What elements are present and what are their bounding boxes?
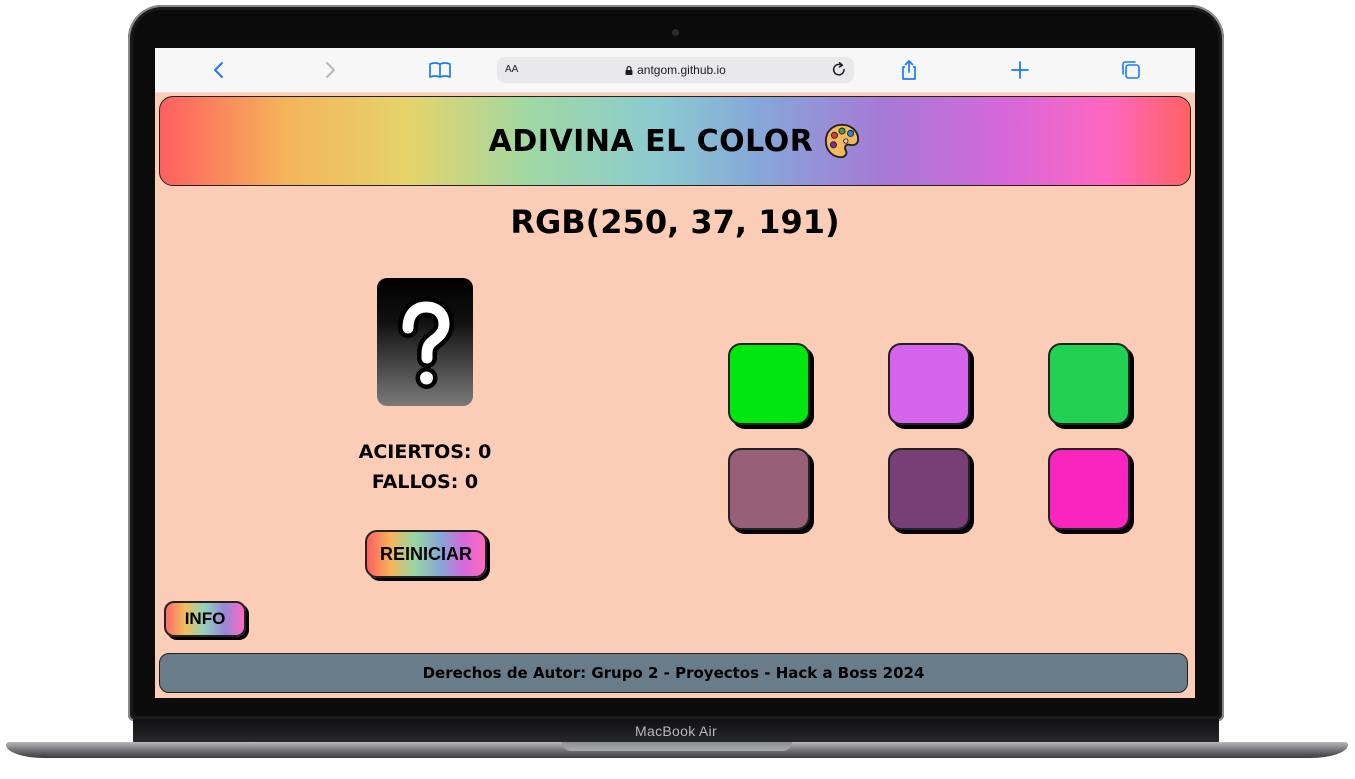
address-bar[interactable]: AA antgom.github.io xyxy=(497,57,854,83)
browser-toolbar: AA antgom.github.io xyxy=(155,48,1195,93)
title-banner: ADIVINA EL COLOR xyxy=(159,96,1191,186)
question-mark-icon xyxy=(398,297,454,389)
color-option-2[interactable] xyxy=(888,343,970,425)
target-color-label: RGB(250, 37, 191) xyxy=(510,203,840,241)
color-option-3[interactable] xyxy=(1048,343,1130,425)
reset-button[interactable]: REINICIAR xyxy=(365,530,487,578)
mystery-color-card xyxy=(377,278,473,406)
color-option-5[interactable] xyxy=(888,448,970,530)
color-option-1[interactable] xyxy=(728,343,810,425)
lock-icon xyxy=(625,66,633,75)
hits-counter: ACIERTOS: 0 xyxy=(358,441,492,463)
new-tab-icon[interactable] xyxy=(1008,58,1032,82)
color-option-4[interactable] xyxy=(728,448,810,530)
url-text: antgom.github.io xyxy=(637,63,726,77)
misses-counter: FALLOS: 0 xyxy=(371,471,479,493)
share-icon[interactable] xyxy=(897,58,921,82)
bookmarks-icon[interactable] xyxy=(428,58,452,82)
back-icon[interactable] xyxy=(207,58,231,82)
forward-icon[interactable] xyxy=(318,58,342,82)
info-button[interactable]: INFO xyxy=(164,601,246,637)
page-title: ADIVINA EL COLOR xyxy=(488,123,814,159)
tabs-icon[interactable] xyxy=(1119,58,1143,82)
device-brand-label: MacBook Air xyxy=(635,723,717,739)
footer: Derechos de Autor: Grupo 2 - Proyectos -… xyxy=(159,653,1188,693)
palette-icon xyxy=(825,123,860,159)
reload-icon[interactable] xyxy=(830,61,848,79)
browser-window: AA antgom.github.io ADIVINA EL COLOR RGB… xyxy=(155,48,1195,698)
laptop-notch xyxy=(562,742,792,751)
camera-icon xyxy=(672,29,679,36)
color-option-6[interactable] xyxy=(1048,448,1130,530)
